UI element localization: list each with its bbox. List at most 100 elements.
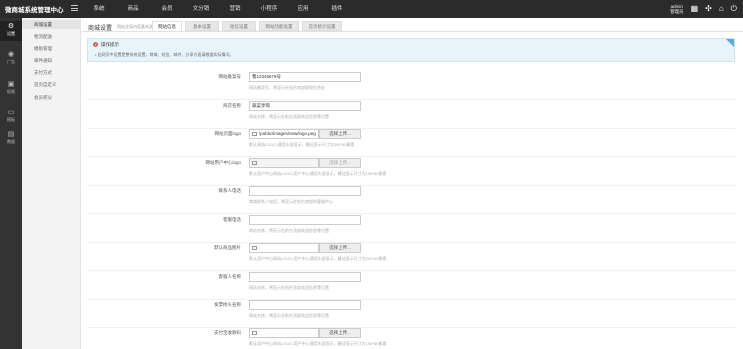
field-hint: 网站备案号，将显示在前台底部版权信息处: [249, 85, 325, 90]
form-row-store-name: 商店名称 蔬菜享购 网站名称，将显示在前台顶部欢迎信息等位置: [87, 100, 735, 129]
tab-divider: [82, 31, 743, 32]
upload-button[interactable]: 选择上传...: [319, 328, 361, 338]
field-label: 联系人电话: [218, 188, 242, 193]
notice-title: 操作提示: [101, 42, 119, 47]
field-label: 支付宝收款码: [214, 330, 241, 335]
field-label: 默认商品图片: [214, 245, 241, 250]
field-hint: 默认用户中心网站LOGO,用户中心通用头部显示，最佳显示尺寸为150*60像素: [249, 341, 387, 346]
service-phone-input[interactable]: [249, 215, 361, 225]
field-label: 发票抬头名称: [214, 302, 241, 307]
submenu-item[interactable]: 模板管理: [22, 44, 80, 53]
top-right-tools: admin 管理员 ▦ ✣ ⌂ ⏻: [670, 0, 737, 18]
upload-button[interactable]: 选择上传...: [319, 243, 361, 253]
form-row-service-name: 客服人名称 网站名称，将显示在前台顶部欢迎信息等位置: [87, 271, 735, 300]
alipay-qrcode-field[interactable]: [249, 328, 319, 338]
icp-input[interactable]: 鲁12345678号: [249, 72, 361, 82]
image-icon: [252, 131, 257, 136]
field-hint: 网站名称，将显示在前台顶部欢迎信息等位置: [249, 228, 329, 233]
default-image-field[interactable]: [249, 243, 319, 253]
form-row-invoice-title: 发票抬头名称 网站名称，将显示在前台顶部欢迎信息等位置: [87, 299, 735, 328]
sidebar-item-settings[interactable]: ⚙ 设置: [0, 21, 22, 41]
notice-text: • 此网页中设置是整系统设置，商城、短信、邮件、分享方面请根据实际情况。: [95, 52, 234, 57]
form-row-service-phone: 客服电话 网站名称，将显示在前台顶部欢迎信息等位置: [87, 214, 735, 243]
field-hint: 默认用户中心网站LOGO,用户中心通用头部显示，最佳显示尺寸为150*60像素: [249, 171, 387, 176]
submenu-item[interactable]: 支付方式: [22, 68, 80, 77]
field-label: 客服电话: [223, 217, 241, 222]
network-icon[interactable]: ✣: [705, 0, 712, 18]
top-bar: 微商城系统管理中心 系统 商品 会员 文分销 营销 小程序 应用 插件 admi…: [0, 0, 743, 18]
power-icon[interactable]: ⏻: [731, 0, 737, 18]
field-label: 网站备案号: [218, 74, 242, 79]
sidebar: ⚙ 设置 ◉ 广告 ▣ 权限 ▭ 模板 ▤ 数据: [0, 18, 22, 349]
form-row-usercenter-logo: 网站用户中心logo 选择上传... 默认用户中心网站LOGO,用户中心通用头部…: [87, 157, 735, 186]
sidebar-item-permissions[interactable]: ▣ 权限: [0, 81, 22, 99]
image-icon: [252, 330, 257, 335]
submenu-item[interactable]: 邮件通知: [22, 56, 80, 65]
submenu-item[interactable]: 首页自定义: [22, 80, 80, 89]
wifi-icon: ◉: [7, 51, 15, 58]
site-logo-path: /public/images/new/logo.png: [259, 131, 316, 136]
field-hint: 网站名称，将显示在前台顶部欢迎信息等位置: [249, 313, 329, 318]
topnav-item[interactable]: 应用: [286, 0, 320, 18]
form-row-contact-phone: 联系人电话 商城联系人电话，将显示在前台底部的客服中心: [87, 185, 735, 214]
topnav-item[interactable]: 商品: [116, 0, 150, 18]
service-name-input[interactable]: [249, 272, 361, 282]
topnav-item[interactable]: 小程序: [252, 0, 286, 18]
tab-basic-settings[interactable]: 基本设置: [185, 21, 219, 31]
form-row-icp: 网站备案号 鲁12345678号 网站备案号，将显示在前台底部版权信息处: [87, 71, 735, 100]
field-label: 商店名称: [223, 103, 241, 108]
field-label: 网站页面logo: [214, 131, 241, 136]
topnav-item[interactable]: 系统: [82, 0, 116, 18]
brand-title: 微商城系统管理中心: [5, 7, 64, 14]
field-hint: 网站名称，将显示在前台顶部欢迎信息等位置: [249, 114, 329, 119]
sidebar-item-templates[interactable]: ▭ 模板: [0, 109, 22, 127]
field-label: 网站用户中心logo: [205, 160, 241, 165]
site-logo-field[interactable]: /public/images/new/logo.png: [249, 129, 319, 139]
form-row-default-image: 默认商品图片 选择上传... 默认用户中心网站LOGO,用户中心通用头部显示，最…: [87, 242, 735, 271]
field-hint: 商城联系人电话，将显示在前台底部的客服中心: [249, 199, 333, 204]
submenu: 商城设置 物流配送 模板管理 邮件通知 支付方式 首页自定义 会员积分: [22, 18, 81, 349]
topnav-item[interactable]: 会员: [150, 0, 184, 18]
topnav-item[interactable]: 插件: [320, 0, 354, 18]
contact-phone-input[interactable]: [249, 186, 361, 196]
topnav-item[interactable]: 营销: [218, 0, 252, 18]
user-menu[interactable]: admin 管理员: [670, 4, 684, 14]
upload-button[interactable]: 选择上传...: [319, 158, 361, 168]
image-icon: [252, 245, 257, 250]
lock-icon: ▤: [7, 131, 15, 138]
collapse-corner-icon[interactable]: [726, 39, 734, 47]
usercenter-logo-field[interactable]: [249, 158, 319, 168]
folder-icon: ▣: [7, 81, 15, 88]
sidebar-item-ads[interactable]: ◉ 广告: [0, 51, 22, 69]
form-row-alipay-qrcode: 支付宝收款码 选择上传... 默认用户中心网站LOGO,用户中心通用头部显示，最…: [87, 327, 735, 349]
notice-box: ! 操作提示 • 此网页中设置是整系统设置，商城、短信、邮件、分享方面请根据实际…: [87, 38, 735, 62]
info-icon: !: [93, 42, 98, 47]
calendar-icon[interactable]: ▦: [691, 0, 699, 18]
tab-sms-settings[interactable]: 短信设置: [222, 21, 256, 31]
tab-site-features[interactable]: 网站功能设置: [259, 21, 299, 31]
sidebar-item-data[interactable]: ▤ 数据: [0, 131, 22, 149]
field-label: 客服人名称: [218, 274, 242, 279]
image-icon: [252, 160, 257, 165]
field-hint: 默认用户中心网站LOGO,用户中心通用头部显示，最佳显示尺寸为240*60像素: [249, 256, 387, 261]
gear-icon: ⚙: [7, 23, 15, 30]
tab-home-stats[interactable]: 首页统计设置: [302, 21, 342, 31]
topnav-item[interactable]: 文分销: [184, 0, 218, 18]
top-nav: 系统 商品 会员 文分销 营销 小程序 应用 插件: [82, 0, 354, 18]
home-icon[interactable]: ⌂: [719, 0, 724, 18]
menu-toggle-icon[interactable]: [71, 5, 78, 11]
submenu-item[interactable]: 物流配送: [22, 32, 80, 41]
upload-button[interactable]: 选择上传...: [319, 129, 361, 139]
field-hint: 默认网站LOGO,通用头部显示，最佳显示尺寸为240*60像素: [249, 142, 355, 147]
form-row-site-logo: 网站页面logo /public/images/new/logo.png 选择上…: [87, 128, 735, 157]
invoice-title-input[interactable]: [249, 300, 361, 310]
main-content: 商城设置 网站全局内容基本选项设置 网站信息 基本设置 短信设置 网站功能设置 …: [82, 18, 743, 349]
tab-bar: 网站信息 基本设置 短信设置 网站功能设置 首页统计设置: [152, 21, 342, 31]
user-role: 管理员: [670, 9, 684, 14]
tab-site-info[interactable]: 网站信息: [152, 21, 182, 31]
field-hint: 网站名称，将显示在前台顶部欢迎信息等位置: [249, 285, 329, 290]
monitor-icon: ▭: [7, 109, 15, 116]
store-name-input[interactable]: 蔬菜享购: [249, 101, 361, 111]
submenu-item-store-settings[interactable]: 商城设置: [22, 20, 80, 29]
submenu-item[interactable]: 会员积分: [22, 93, 80, 102]
